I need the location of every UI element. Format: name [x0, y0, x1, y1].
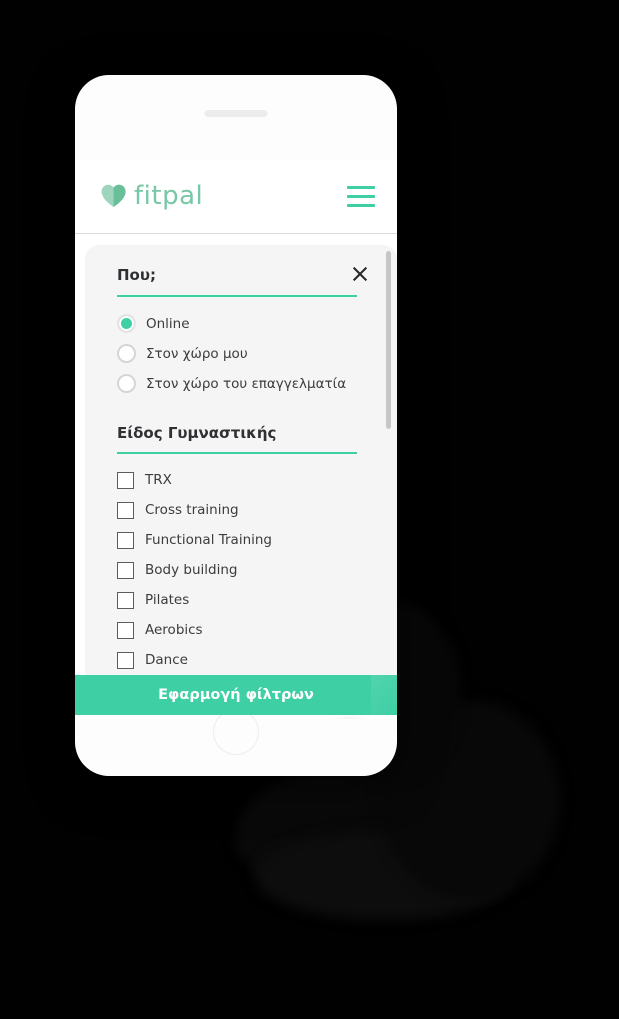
app-header: fitpal [75, 159, 397, 234]
close-icon[interactable] [351, 265, 369, 283]
phone-home-button[interactable] [213, 709, 259, 755]
checkbox-option-dance[interactable]: Dance [117, 645, 373, 675]
checkbox-indicator [117, 561, 134, 579]
filter-panel-scroll-area[interactable]: Που; Online Στον χώρο μου Στον χώρο του … [85, 245, 397, 679]
checkbox-indicator [117, 591, 134, 609]
radio-option-label: Online [146, 315, 190, 332]
exercise-type-checkbox-group: TRX Cross training Functional Training B… [117, 465, 373, 675]
radio-option-my-place[interactable]: Στον χώρο μου [117, 339, 373, 369]
checkbox-indicator [117, 651, 134, 669]
section-divider [117, 294, 357, 297]
phone-screen: fitpal Που; Online Στον χώρο μου Στον χώ… [75, 159, 397, 719]
location-radio-group: Online Στον χώρο μου Στον χώρο του επαγγ… [117, 309, 373, 399]
radio-indicator [117, 374, 136, 393]
checkbox-option-pilates[interactable]: Pilates [117, 585, 373, 615]
radio-indicator [117, 344, 136, 363]
checkbox-option-label: Cross training [145, 502, 239, 518]
checkbox-option-label: Aerobics [145, 622, 203, 638]
apply-filters-label: Εφαρμογή φίλτρων [158, 687, 314, 703]
radio-indicator [117, 314, 136, 333]
checkbox-option-label: Pilates [145, 592, 190, 608]
radio-option-label: Στον χώρο μου [146, 345, 248, 362]
checkbox-option-aerobics[interactable]: Aerobics [117, 615, 373, 645]
radio-option-label: Στον χώρο του επαγγελματία [146, 375, 347, 392]
phone-earpiece-speaker [204, 110, 268, 117]
checkbox-indicator [117, 471, 134, 489]
brand-name: fitpal [134, 181, 204, 211]
filter-panel-header: Που; [117, 267, 373, 284]
checkbox-indicator [117, 501, 134, 519]
phone-device-frame: fitpal Που; Online Στον χώρο μου Στον χώ… [75, 75, 397, 776]
hamburger-line [347, 185, 375, 189]
heart-icon [101, 184, 126, 207]
brand-logo[interactable]: fitpal [101, 181, 203, 211]
checkbox-option-label: TRX [145, 472, 172, 488]
screenshot-root: fitpal Που; Online Στον χώρο μου Στον χώ… [0, 0, 619, 1019]
checkbox-option-label: Body building [145, 562, 238, 578]
hamburger-line [347, 203, 375, 207]
checkbox-option-label: Functional Training [145, 532, 273, 548]
section-title-location: Που; [117, 266, 156, 284]
hamburger-menu-icon[interactable] [347, 185, 375, 207]
scrollbar-thumb[interactable] [386, 251, 391, 429]
checkbox-option-body-building[interactable]: Body building [117, 555, 373, 585]
section-title-exercise-type: Είδος Γυμναστικής [117, 423, 277, 442]
radio-option-online[interactable]: Online [117, 309, 373, 339]
checkbox-option-cross-training[interactable]: Cross training [117, 495, 373, 525]
section-divider [117, 452, 357, 454]
radio-option-pro-place[interactable]: Στον χώρο του επαγγελματία [117, 369, 373, 399]
hamburger-line [347, 194, 375, 198]
apply-filters-button[interactable]: Εφαρμογή φίλτρων [75, 675, 397, 715]
checkbox-option-trx[interactable]: TRX [117, 465, 373, 495]
checkbox-option-functional-training[interactable]: Functional Training [117, 525, 373, 555]
filter-panel: Που; Online Στον χώρο μου Στον χώρο του … [85, 245, 397, 679]
checkbox-option-label: Dance [145, 652, 188, 668]
checkbox-indicator [117, 531, 134, 549]
checkbox-indicator [117, 621, 134, 639]
